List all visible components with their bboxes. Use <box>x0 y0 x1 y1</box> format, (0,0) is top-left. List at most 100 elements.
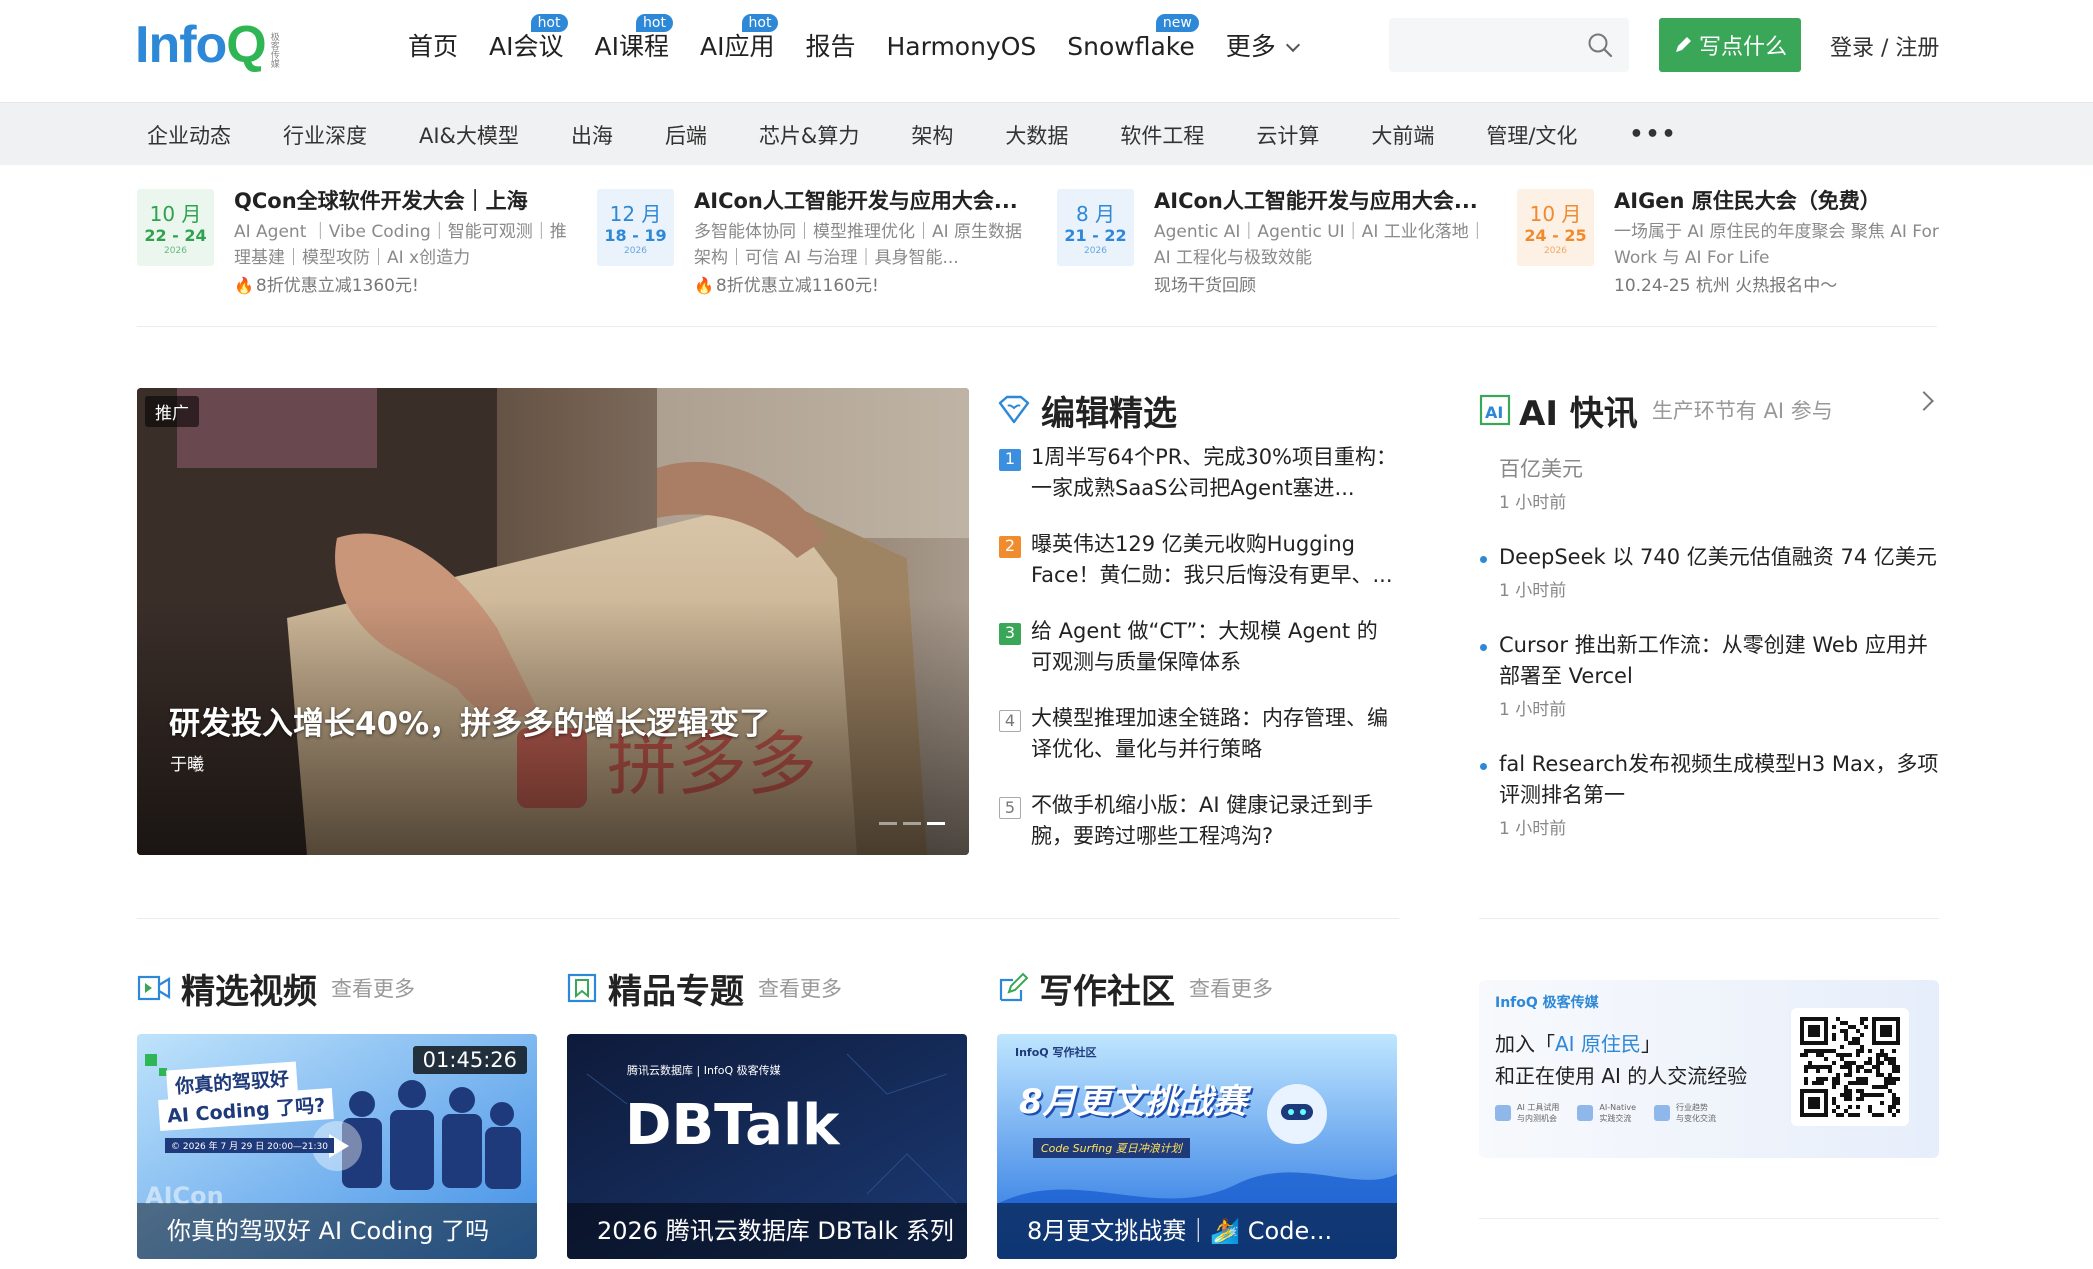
hero-image: 拼多多 <box>137 388 969 855</box>
hero-author[interactable]: 于曦 <box>170 750 204 775</box>
carousel-dot[interactable] <box>879 822 897 825</box>
infoq-logo[interactable]: InfoQ 极客传媒 <box>135 19 281 71</box>
banner-headline: 加入「AI 原住民」 <box>1495 1032 1661 1056</box>
event-footnote: 10.24-25 杭州 火热报名中～ <box>1614 276 1838 296</box>
card-caption: 8月更文挑战赛｜🏄 Code... <box>997 1203 1397 1259</box>
video-duration: 01:45:26 <box>412 1046 527 1074</box>
main-nav: 首页 AI会议 hot AI课程 hot AI应用 hot 报告 HarmonyOS … <box>408 14 1329 66</box>
logo-subtitle: 极客传媒 <box>268 32 279 68</box>
fire-icon: 🔥 <box>694 276 714 295</box>
card-caption: 你真的驾驭好 AI Coding 了吗 <box>137 1203 537 1259</box>
banner-feature: AI 工具试用 与内测机会 <box>1495 1102 1559 1124</box>
nav-ai-apps[interactable]: AI应用 hot <box>700 14 779 66</box>
community-banner[interactable]: InfoQ 极客传媒 加入「AI 原住民」 和正在使用 AI 的人交流经验 AI… <box>1479 980 1939 1158</box>
news-item[interactable]: fal Research发布视频生成模型H3 Max，多项评测排名第一 1 小时前 <box>1479 749 1939 844</box>
event-desc: AI Agent ｜Vibe Coding｜智能可观测｜推理基建｜模型攻防｜AI… <box>234 222 567 268</box>
category-item[interactable]: 大前端 <box>1371 120 1434 150</box>
section-divider <box>137 918 1399 919</box>
bullet-dot <box>1480 644 1487 651</box>
rank-badge: 4 <box>999 710 1021 732</box>
news-item[interactable]: Cursor 推出新工作流：从零创建 Web 应用并部署至 Vercel 1 小时… <box>1479 630 1939 725</box>
category-item[interactable]: 企业动态 <box>147 120 231 150</box>
ai-icon: AI <box>1479 394 1511 426</box>
category-item[interactable]: 后端 <box>665 120 707 150</box>
write-button[interactable]: 写点什么 <box>1659 18 1801 72</box>
news-item-partial[interactable]: 百亿美元 1 小时前 <box>1479 454 1939 518</box>
view-more-link[interactable]: 查看更多 <box>758 973 842 1003</box>
category-item[interactable]: 软件工程 <box>1120 120 1204 150</box>
nav-reports[interactable]: 报告 <box>805 28 855 66</box>
event-title[interactable]: AICon人工智能开发与应用大会... <box>1154 185 1499 217</box>
event-card[interactable]: 8 月 21 - 22 2026 AICon人工智能开发与应用大会... Agentic… <box>1057 185 1497 305</box>
pick-item[interactable]: 4 大模型推理加速全链路：内存管理、编译优化、量化与并行策略 <box>997 703 1397 790</box>
hero-title[interactable]: 研发投入增长40%，拼多多的增长逻辑变了 <box>169 698 770 743</box>
fire-icon: 🔥 <box>234 276 254 295</box>
event-footnote: 🔥 8折优惠立减1360元! <box>234 276 419 296</box>
event-date: 12 月 18 - 19 2026 <box>597 189 674 266</box>
search-icon[interactable] <box>1587 32 1613 58</box>
editor-picks-title: 编辑精选 <box>1041 393 1177 434</box>
view-more-link[interactable]: 查看更多 <box>1189 973 1273 1003</box>
section-divider <box>1479 1218 1939 1219</box>
carousel-dot[interactable] <box>903 822 921 825</box>
category-item[interactable]: 出海 <box>571 120 613 150</box>
category-item[interactable]: 大数据 <box>1005 120 1068 150</box>
event-title[interactable]: QCon全球软件开发大会｜上海 <box>234 185 579 217</box>
login-register-link[interactable]: 登录 / 注册 <box>1830 30 1939 62</box>
nav-harmonyos[interactable]: HarmonyOS <box>886 28 1036 66</box>
event-footnote: 现场干货回顾 <box>1154 276 1256 296</box>
event-card[interactable]: 10 月 24 - 25 2026 AIGen 原住民大会（免费） 一场属于 AI 原住… <box>1517 185 1957 305</box>
pick-title: 不做手机缩小版：AI 健康记录迁到手腕，要跨过哪些工程鸿沟? <box>1031 793 1374 848</box>
event-desc: 多智能体协同｜模型推理优化｜AI 原生数据架构｜可信 AI 与治理｜具身智能..… <box>694 222 1023 268</box>
ai-news-title: AI 快讯 <box>1519 393 1638 434</box>
event-title[interactable]: AICon人工智能开发与应用大会... <box>694 185 1039 217</box>
banner-feature: 行业趋势 与变化交流 <box>1654 1102 1716 1124</box>
featured-videos-header: 精选视频 查看更多 <box>137 966 415 1012</box>
news-time: 1 小时前 <box>1499 700 1567 720</box>
nav-more[interactable]: 更多 <box>1226 28 1300 66</box>
news-time: 1 小时前 <box>1499 819 1567 839</box>
events-row: 10 月 22 - 24 2026 QCon全球软件开发大会｜上海 AI Agent ｜… <box>137 185 1939 327</box>
search-input[interactable] <box>1389 18 1629 72</box>
category-item[interactable]: 管理/文化 <box>1486 120 1577 150</box>
event-title[interactable]: AIGen 原住民大会（免费） <box>1614 185 1959 217</box>
news-title: fal Research发布视频生成模型H3 Max，多项评测排名第一 <box>1499 752 1939 807</box>
event-desc: Agentic AI｜Agentic UI｜AI 工业化落地｜AI 工程化与极致… <box>1154 222 1486 268</box>
news-item[interactable]: DeepSeek 以 740 亿美元估值融资 74 亿美元 1 小时前 <box>1479 542 1939 606</box>
nav-home[interactable]: 首页 <box>408 28 458 66</box>
carousel-dot-active[interactable] <box>927 822 945 825</box>
pick-item[interactable]: 2 曝英伟达129 亿美元收购Hugging Face！黄仁勋：我只后悔没有更早、… <box>997 529 1397 616</box>
more-categories-icon[interactable]: ••• <box>1629 122 1677 147</box>
event-date: 8 月 21 - 22 2026 <box>1057 189 1134 266</box>
video-icon <box>137 975 171 1001</box>
hero-carousel[interactable]: 拼多多 推广 研发投入增长40%，拼多多的增长逻辑变了 于曦 <box>137 388 969 855</box>
rank-badge: 2 <box>999 536 1021 558</box>
pick-item[interactable]: 3 给 Agent 做“CT”：大规模 Agent 的可观测与质量保障体系 <box>997 616 1397 703</box>
event-card[interactable]: 10 月 22 - 24 2026 QCon全球软件开发大会｜上海 AI Agent ｜… <box>137 185 577 305</box>
category-item[interactable]: 行业深度 <box>283 120 367 150</box>
category-item[interactable]: 架构 <box>911 120 953 150</box>
bookmark-icon <box>567 973 597 1003</box>
feature-icon <box>1654 1105 1670 1121</box>
featured-topics-header: 精品专题 查看更多 <box>566 966 842 1012</box>
category-item[interactable]: AI&大模型 <box>419 120 519 150</box>
nav-snowflake[interactable]: Snowflake new <box>1067 14 1199 66</box>
category-item[interactable]: 云计算 <box>1256 120 1319 150</box>
nav-ai-conference[interactable]: AI会议 hot <box>489 14 568 66</box>
community-card[interactable]: InfoQ 写作社区 8月更文挑战赛 Code Surfing 夏日冲浪计划 8… <box>997 1034 1397 1259</box>
nav-ai-course[interactable]: AI课程 hot <box>595 14 673 66</box>
event-date: 10 月 24 - 25 2026 <box>1517 189 1594 266</box>
banner-subline: 和正在使用 AI 的人交流经验 <box>1495 1064 1748 1088</box>
edit-icon <box>999 972 1029 1002</box>
bullet-dot <box>1480 556 1487 563</box>
pick-item[interactable]: 5 不做手机缩小版：AI 健康记录迁到手腕，要跨过哪些工程鸿沟? <box>997 790 1397 877</box>
pick-item[interactable]: 1 1周半写64个PR、完成30%项目重构：一家成熟SaaS公司把Agent塞进.… <box>997 442 1397 529</box>
topic-card[interactable]: DBTalk 腾讯云数据库 | InfoQ 极客传媒 2026 腾讯云数据库 D… <box>567 1034 967 1259</box>
chevron-right-icon[interactable] <box>1914 391 1934 411</box>
editor-picks: 编辑精选 1 1周半写64个PR、完成30%项目重构：一家成熟SaaS公司把Age… <box>997 388 1397 877</box>
video-card[interactable]: AICon 你真的驾驭好 AI Coding 了吗? © 2026 年 7 月 … <box>137 1034 537 1259</box>
view-more-link[interactable]: 查看更多 <box>331 973 415 1003</box>
event-footnote: 🔥 8折优惠立减1160元! <box>694 276 879 296</box>
event-card[interactable]: 12 月 18 - 19 2026 AICon人工智能开发与应用大会... 多智能体协同… <box>597 185 1037 305</box>
category-item[interactable]: 芯片&算力 <box>759 120 859 150</box>
